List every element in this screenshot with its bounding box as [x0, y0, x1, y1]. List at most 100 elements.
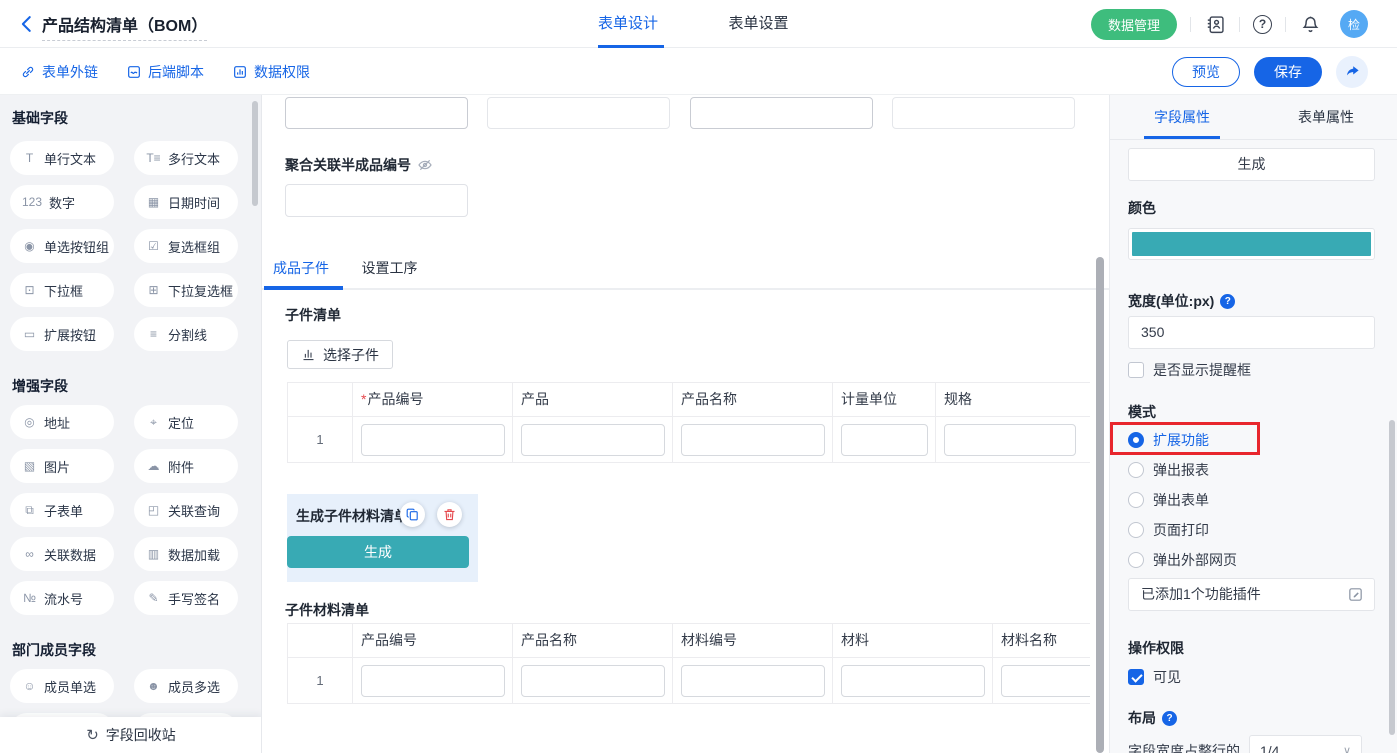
- tab-form-settings[interactable]: 表单设置: [728, 0, 788, 48]
- row-index: 1: [288, 417, 353, 462]
- cell-input[interactable]: [361, 665, 505, 697]
- field-item-checkbox-group[interactable]: ☑复选框组: [134, 229, 238, 263]
- single-line-text-icon: T: [22, 151, 37, 165]
- edit-icon[interactable]: [1347, 586, 1364, 603]
- field-item-dropdown-multi[interactable]: ⊞下拉复选框: [134, 273, 238, 307]
- canvas-input[interactable]: [285, 97, 468, 129]
- reminder-checkbox[interactable]: [1128, 362, 1144, 378]
- toolbar-link-form-external-link[interactable]: 表单外链: [20, 62, 98, 82]
- tab-field-properties[interactable]: 字段属性: [1110, 95, 1254, 139]
- cell-input[interactable]: [681, 424, 825, 456]
- radio-icon: [1128, 492, 1144, 508]
- mode-option[interactable]: 页面打印: [1128, 515, 1237, 545]
- field-item-number[interactable]: 123数字: [10, 185, 114, 219]
- mode-option[interactable]: 弹出表单: [1128, 485, 1237, 515]
- field-library-sidebar: 基础字段T单行文本T≡多行文本123数字▦日期时间◉单选按钮组☑复选框组⊡下拉框…: [0, 95, 262, 753]
- contacts-icon[interactable]: [1204, 13, 1226, 35]
- save-button[interactable]: 保存: [1254, 57, 1322, 87]
- cell-input[interactable]: [521, 665, 665, 697]
- sidebar-sections: 基础字段T单行文本T≡多行文本123数字▦日期时间◉单选按钮组☑复选框组⊡下拉框…: [0, 95, 261, 747]
- field-item-dropdown[interactable]: ⊡下拉框: [10, 273, 114, 307]
- help-icon[interactable]: ?: [1253, 15, 1272, 34]
- canvas-input[interactable]: [690, 97, 873, 129]
- backend-script-icon: [126, 64, 142, 80]
- cell-input[interactable]: [944, 424, 1076, 456]
- data-manage-button[interactable]: 数据管理: [1091, 9, 1177, 40]
- column-header: 产品编号: [353, 624, 513, 657]
- subform-icon: ⧉: [22, 503, 37, 518]
- field-item-member-single[interactable]: ☺成员单选: [10, 669, 114, 703]
- mode-option[interactable]: 弹出报表: [1128, 455, 1237, 485]
- cell-input[interactable]: [361, 424, 505, 456]
- field-item-radio-group[interactable]: ◉单选按钮组: [10, 229, 114, 263]
- copy-widget-button[interactable]: [400, 502, 425, 527]
- field-item-subform[interactable]: ⧉子表单: [10, 493, 114, 527]
- toolbar-link-backend-script[interactable]: 后端脚本: [126, 62, 204, 82]
- help-icon[interactable]: ?: [1162, 711, 1177, 726]
- toolbar-link-data-permission[interactable]: 数据权限: [232, 62, 310, 82]
- hidden-field-input[interactable]: [285, 184, 468, 217]
- preview-button[interactable]: 预览: [1172, 57, 1240, 87]
- mode-option[interactable]: 弹出外部网页: [1128, 545, 1237, 575]
- selected-button-widget[interactable]: 生成子件材料清单 生成: [287, 494, 478, 582]
- field-item-location[interactable]: ⌖定位: [134, 405, 238, 439]
- extend-button-icon: ▭: [22, 327, 37, 341]
- form-designer-app: 产品结构清单（BOM） 表单设计 表单设置 数据管理 ? 检 表单外链 后端脚本 数…: [0, 0, 1397, 753]
- column-header: 产品名称: [673, 383, 833, 416]
- copy-icon: [405, 507, 420, 522]
- tab-form-properties[interactable]: 表单属性: [1254, 95, 1397, 139]
- field-item-address[interactable]: ◎地址: [10, 405, 114, 439]
- field-recycle-bin[interactable]: ↻ 字段回收站: [0, 717, 262, 753]
- column-header: 材料编号: [673, 624, 833, 657]
- trash-icon: [442, 507, 457, 522]
- canvas-input[interactable]: [892, 97, 1075, 129]
- field-item-image[interactable]: ▧图片: [10, 449, 114, 483]
- width-input[interactable]: 350: [1128, 316, 1375, 349]
- cell-input[interactable]: [521, 424, 665, 456]
- bell-icon[interactable]: [1299, 13, 1321, 35]
- color-picker[interactable]: [1128, 228, 1375, 260]
- button-text-input[interactable]: 生成: [1128, 148, 1375, 181]
- field-item-multi-line-text[interactable]: T≡多行文本: [134, 141, 238, 175]
- field-item-data-load[interactable]: ▥数据加载: [134, 537, 238, 571]
- field-item-handwritten-signature[interactable]: ✎手写签名: [134, 581, 238, 615]
- tab-finished-subparts[interactable]: 成品子件: [273, 253, 329, 283]
- page-title: 产品结构清单（BOM）: [42, 18, 207, 41]
- canvas-input[interactable]: [487, 97, 670, 129]
- field-item-member-multi[interactable]: ☻成员多选: [134, 669, 238, 703]
- help-icon[interactable]: ?: [1220, 294, 1235, 309]
- divider: [1239, 17, 1240, 32]
- share-button[interactable]: [1336, 56, 1368, 88]
- cell-input[interactable]: [841, 665, 985, 697]
- select-subpart-button[interactable]: 选择子件: [287, 340, 393, 369]
- handwritten-signature-icon: ✎: [146, 591, 161, 605]
- sidebar-scrollbar[interactable]: [252, 101, 258, 206]
- back-button[interactable]: [16, 13, 38, 35]
- plugin-field[interactable]: 已添加1个功能插件: [1128, 578, 1375, 611]
- layout-width-select[interactable]: 1/4 ∨: [1249, 735, 1362, 753]
- field-item-extend-button[interactable]: ▭扩展按钮: [10, 317, 114, 351]
- subform2-title: 子件材料清单: [285, 600, 369, 620]
- field-item-linked-query[interactable]: ◰关联查询: [134, 493, 238, 527]
- cell-input[interactable]: [1001, 665, 1090, 697]
- cell-input[interactable]: [681, 665, 825, 697]
- field-item-serial-number[interactable]: №流水号: [10, 581, 114, 615]
- field-item-single-line-text[interactable]: T单行文本: [10, 141, 114, 175]
- delete-widget-button[interactable]: [437, 502, 462, 527]
- location-icon: ⌖: [146, 415, 161, 430]
- column-header: 规格: [936, 383, 1090, 416]
- field-item-linked-data[interactable]: ∞关联数据: [10, 537, 114, 571]
- avatar[interactable]: 检: [1340, 10, 1368, 38]
- cell-input[interactable]: [841, 424, 928, 456]
- mode-option[interactable]: 扩展功能: [1128, 425, 1237, 455]
- share-arrow-icon: [1344, 63, 1361, 80]
- field-item-date-time[interactable]: ▦日期时间: [134, 185, 238, 219]
- field-item-divider-line[interactable]: ≡分割线: [134, 317, 238, 351]
- canvas-scrollbar[interactable]: [1096, 257, 1104, 753]
- generate-button[interactable]: 生成: [287, 536, 469, 568]
- tab-process-setup[interactable]: 设置工序: [361, 253, 417, 283]
- visible-checkbox[interactable]: [1128, 669, 1144, 685]
- properties-scrollbar[interactable]: [1389, 420, 1395, 735]
- field-item-attachment[interactable]: ☁附件: [134, 449, 238, 483]
- tab-form-design[interactable]: 表单设计: [598, 0, 658, 48]
